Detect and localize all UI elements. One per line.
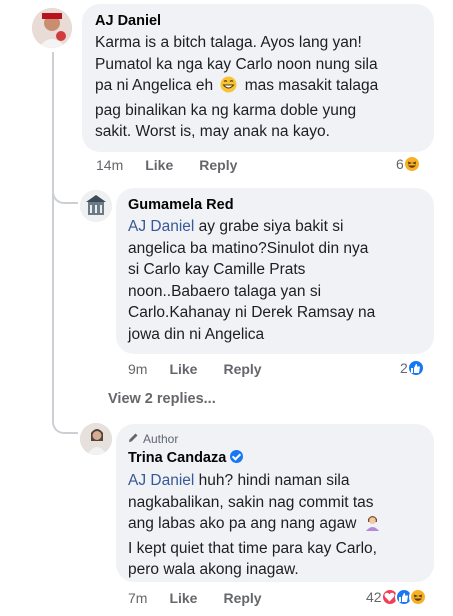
comment-line: Pumatol ka nga kay Carlo noon nung sila	[95, 55, 378, 73]
comment-line: AJ Daniel ay grabe siya bakit si	[128, 216, 422, 238]
comment-text: AJ Daniel ay grabe siya bakit si angelic…	[128, 216, 422, 345]
avatar-image	[32, 8, 72, 48]
avatar-aj-daniel[interactable]	[32, 8, 72, 48]
author-badge: Author	[128, 432, 422, 446]
like-reaction-icon	[406, 359, 425, 377]
comment-line: pa ni Angelica eh mas masakit talaga	[95, 75, 421, 100]
timestamp[interactable]: 14m	[96, 157, 123, 173]
comment-actions: 7m Like Reply	[128, 590, 288, 606]
reply-button[interactable]: Reply	[223, 590, 261, 606]
reply-button[interactable]: Reply	[223, 361, 261, 377]
like-button[interactable]: Like	[169, 590, 197, 606]
comment-bubble: AJ Daniel Karma is a bitch talaga. Ayos …	[82, 4, 434, 152]
comment-actions: 14m Like Reply	[96, 157, 263, 173]
reaction-summary[interactable]: 42	[366, 588, 427, 606]
comment-line: AJ Daniel huh? hindi naman sila	[128, 470, 422, 492]
avatar-trina-candaza[interactable]	[80, 423, 112, 455]
like-button[interactable]: Like	[145, 157, 173, 173]
commenter-name-row: Trina Candaza	[128, 449, 422, 467]
avatar-gumamela-red[interactable]	[80, 190, 112, 222]
thread-elbow-1	[52, 180, 78, 204]
author-label: Author	[143, 432, 179, 446]
like-button[interactable]: Like	[169, 361, 197, 377]
comment-actions: 9m Like Reply	[128, 361, 288, 377]
woman-gesturing-emoji-icon	[364, 514, 381, 538]
commenter-name[interactable]: Gumamela Red	[128, 197, 422, 213]
comment-line: noon..Babaero talaga yan si	[128, 282, 322, 300]
timestamp[interactable]: 7m	[128, 590, 147, 606]
haha-reaction-icon	[408, 588, 427, 606]
comment-line-part: mas masakit talaga	[244, 77, 379, 94]
reaction-summary[interactable]: 2	[400, 359, 425, 377]
grin-emoji-icon	[220, 76, 237, 100]
comment-line-part: huh? hindi naman sila	[194, 472, 350, 489]
comment-line: sakit. Worst is, may anak na kayo.	[95, 123, 330, 140]
comment-line: nagkabalikan, sakin nag commit tas	[128, 493, 374, 511]
mention-link[interactable]: AJ Daniel	[128, 472, 194, 489]
comment-line-part: ay grabe siya bakit si	[194, 218, 344, 235]
timestamp[interactable]: 9m	[128, 361, 147, 377]
comment-line: si Carlo kay Camille Prats	[128, 261, 306, 278]
verified-badge-icon	[230, 450, 244, 463]
comment-line: jowa din ni Angelica	[128, 325, 265, 343]
comment-text: Karma is a bitch talaga. Ayos lang yan! …	[95, 32, 421, 143]
comment-bubble: Gumamela Red AJ Daniel ay grabe siya bak…	[116, 188, 434, 354]
comment-line: pero wala akong inagaw.	[128, 561, 299, 578]
reaction-summary[interactable]: 6	[396, 155, 421, 173]
avatar-image	[80, 190, 112, 222]
avatar-image	[80, 423, 112, 455]
view-replies-link[interactable]: View 2 replies...	[108, 391, 216, 407]
comment-line: pag binalikan ka ng karma doble yung	[95, 101, 357, 119]
comment-line: Carlo.Kahanay ni Derek Ramsay na	[128, 304, 376, 321]
comment-text: AJ Daniel huh? hindi naman sila nagkabal…	[128, 470, 422, 581]
comment-line: ang labas ako pa ang nang agaw	[128, 513, 422, 538]
comment-line-part: ang labas ako pa ang nang agaw	[128, 515, 357, 532]
comment-line: angelica ba matino?Sinulot din nya	[128, 239, 369, 257]
comment-bubble: Author Trina Candaza AJ Daniel huh? hind…	[116, 424, 434, 582]
mention-link[interactable]: AJ Daniel	[128, 218, 194, 235]
thread-elbow-2	[52, 398, 78, 434]
comment-line-part: pa ni Angelica eh	[95, 77, 214, 94]
haha-reaction-icon	[402, 155, 421, 173]
comment-line: I kept quiet that time para kay Carlo,	[128, 539, 377, 557]
thread-line	[52, 52, 54, 410]
comment-line: Karma is a bitch talaga. Ayos lang yan!	[95, 34, 362, 51]
commenter-name[interactable]: Trina Candaza	[128, 450, 226, 466]
commenter-name[interactable]: AJ Daniel	[95, 13, 421, 29]
pencil-icon	[128, 432, 139, 446]
reply-button[interactable]: Reply	[199, 157, 237, 173]
reaction-count: 42	[366, 589, 382, 605]
